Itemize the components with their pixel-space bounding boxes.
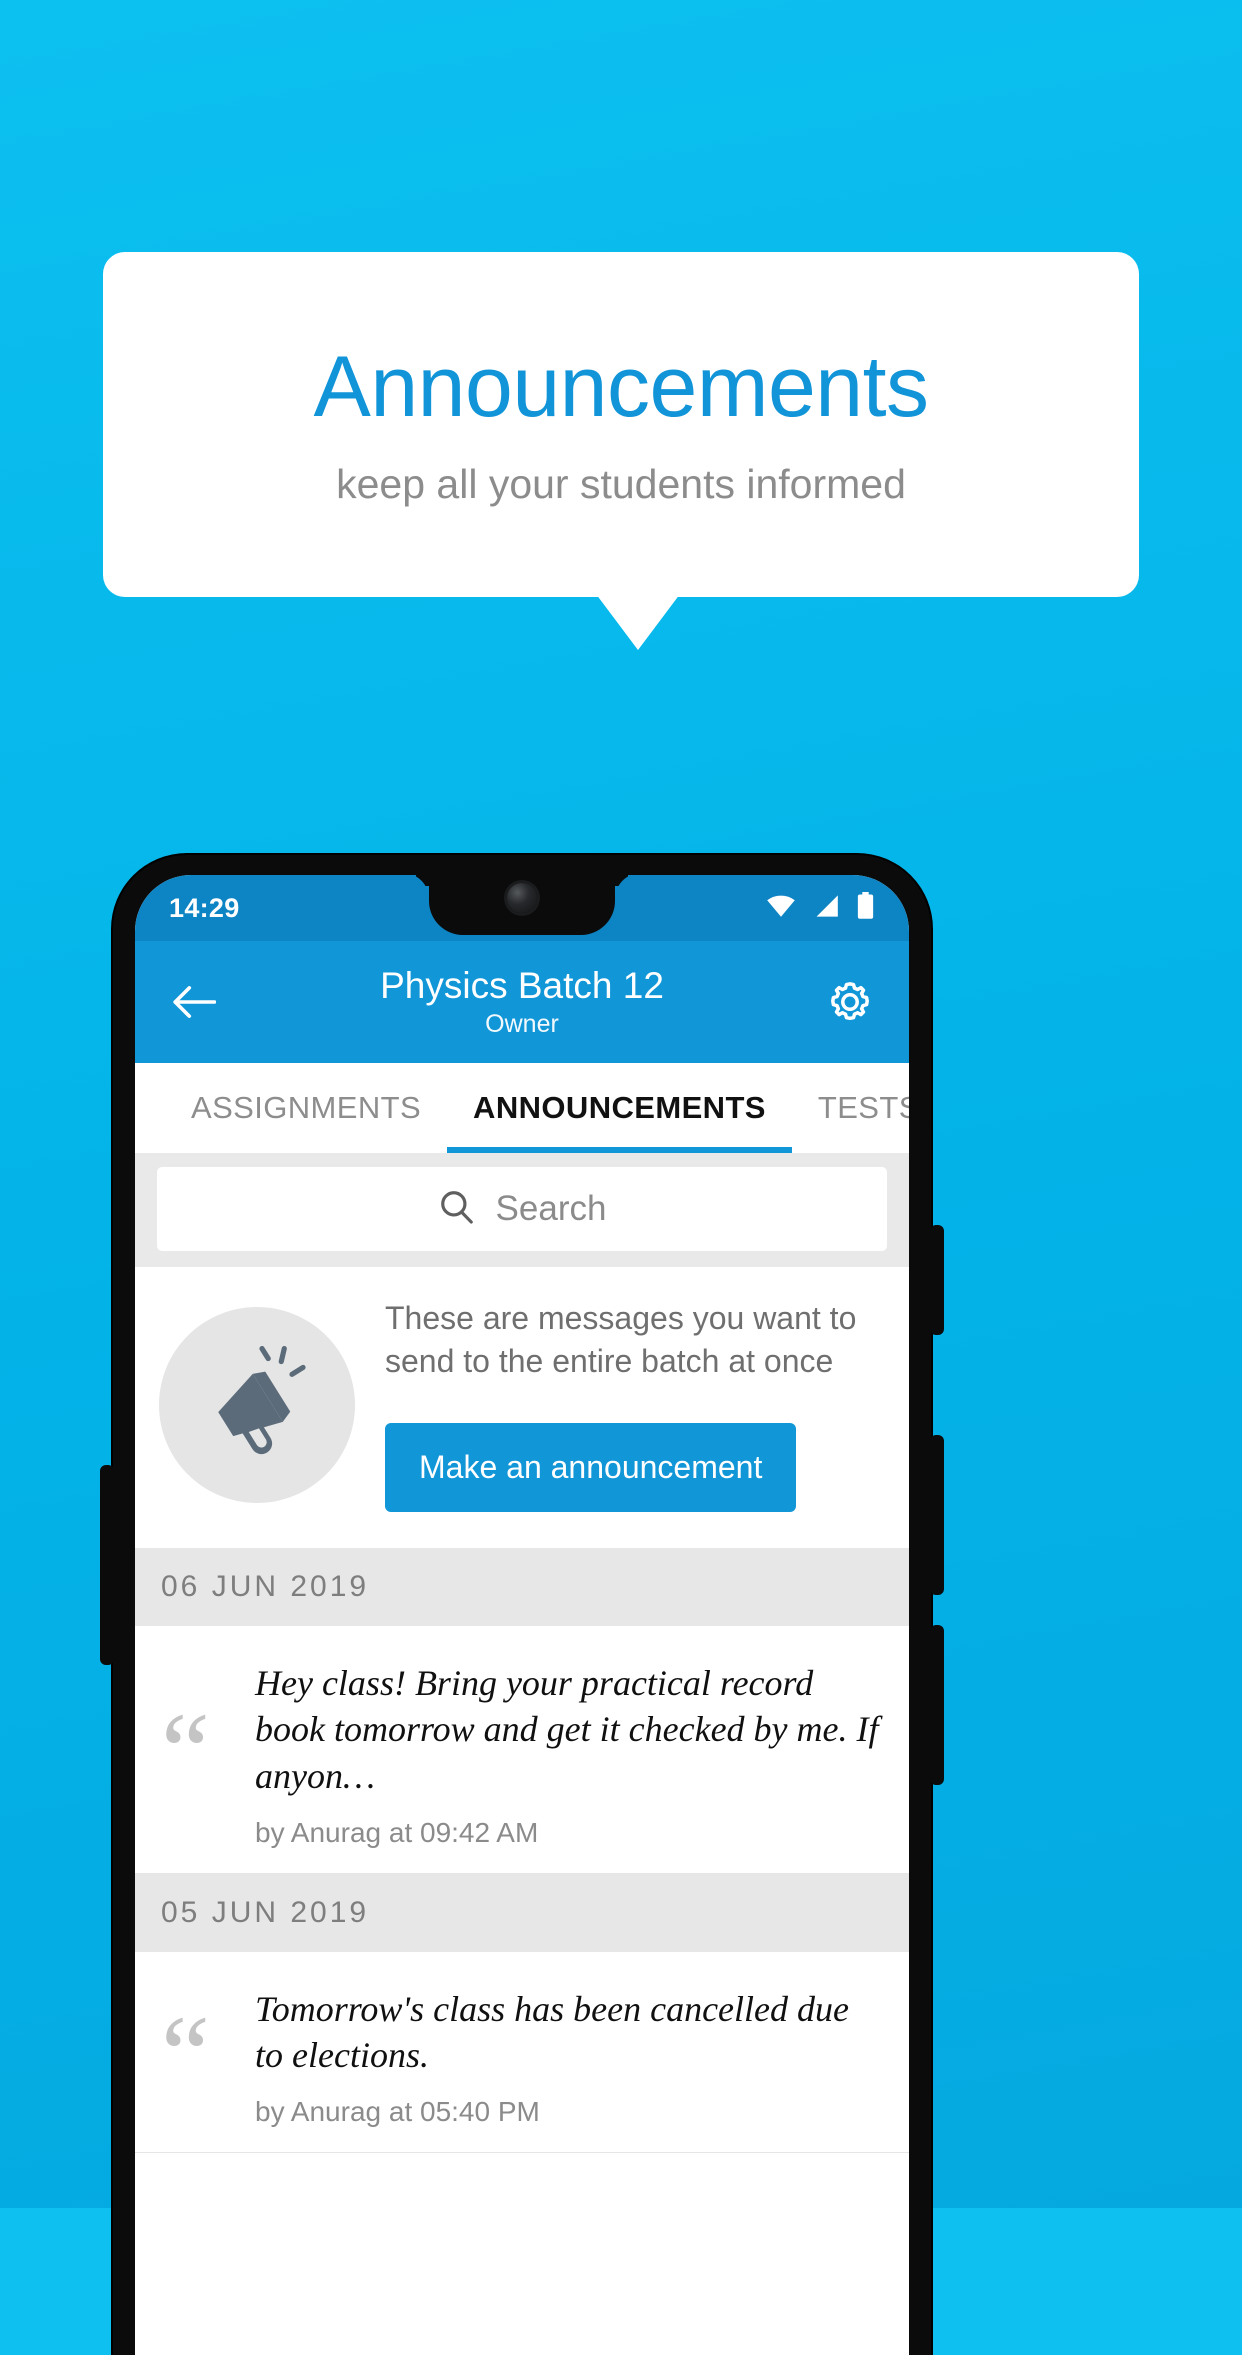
phone-screen: 14:29 Physics Batch 12 Owner ASSIGNMENTS…	[135, 875, 909, 2355]
make-announcement-button[interactable]: Make an announcement	[385, 1423, 797, 1513]
announcement-meta: by Anurag at 09:42 AM	[255, 1816, 539, 1848]
status-bar-icons	[766, 891, 875, 925]
announcement-date-header: 05 JUN 2019	[135, 1873, 909, 1952]
announcement-body: Hey class! Bring your practical record b…	[255, 1654, 879, 1848]
tab-bar: ASSIGNMENTS ANNOUNCEMENTS TESTS ’	[135, 1063, 909, 1153]
back-arrow-icon[interactable]	[165, 984, 223, 1020]
status-bar: 14:29	[135, 875, 909, 941]
search-icon	[438, 1188, 476, 1231]
megaphone-icon	[159, 1306, 355, 1503]
promo-subtitle: keep all your students informed	[336, 461, 906, 507]
tab-announcements[interactable]: ANNOUNCEMENTS	[447, 1063, 792, 1153]
announcement-meta: by Anurag at 05:40 PM	[255, 2095, 540, 2127]
promo-speech-bubble-card: Announcements keep all your students inf…	[103, 252, 1139, 597]
announcement-promo-block: These are messages you want to send to t…	[135, 1267, 909, 1549]
page-title: Physics Batch 12	[380, 964, 664, 1006]
announcement-list-item[interactable]: “ Tomorrow's class has been cancelled du…	[135, 1951, 909, 2153]
page-subtitle: Owner	[485, 1010, 559, 1039]
phone-power-button[interactable]	[930, 1225, 944, 1335]
quote-icon: “	[161, 1690, 210, 1813]
phone-assistant-button[interactable]	[100, 1465, 114, 1665]
app-bar: Physics Batch 12 Owner	[135, 941, 909, 1063]
search-zone: Search	[135, 1153, 909, 1267]
announcement-date-header: 06 JUN 2019	[135, 1548, 909, 1627]
wifi-icon	[766, 894, 796, 923]
tab-assignments[interactable]: ASSIGNMENTS	[165, 1063, 447, 1153]
speech-bubble-tail	[596, 594, 680, 650]
quote-icon: “	[161, 1992, 210, 2115]
front-camera-icon	[507, 883, 537, 913]
phone-volume-up-button[interactable]	[930, 1435, 944, 1595]
announcement-text: Tomorrow's class has been cancelled due …	[255, 1988, 849, 2075]
gear-icon[interactable]	[821, 978, 879, 1026]
announcement-promo-content: These are messages you want to send to t…	[385, 1297, 885, 1513]
search-placeholder-text: Search	[495, 1189, 607, 1228]
announcement-promo-description: These are messages you want to send to t…	[385, 1300, 857, 1380]
phone-device-frame: 14:29 Physics Batch 12 Owner ASSIGNMENTS…	[100, 855, 944, 2355]
cellular-signal-icon	[813, 894, 839, 923]
tab-tests[interactable]: TESTS	[792, 1063, 909, 1153]
promo-title: Announcements	[313, 339, 929, 435]
phone-volume-down-button[interactable]	[930, 1625, 944, 1785]
status-bar-clock: 14:29	[169, 892, 240, 923]
announcement-body: Tomorrow's class has been cancelled due …	[255, 1980, 879, 2128]
camera-notch	[429, 875, 615, 935]
search-input[interactable]: Search	[157, 1167, 887, 1251]
announcement-list-item[interactable]: “ Hey class! Bring your practical record…	[135, 1626, 909, 1874]
app-bar-titles: Physics Batch 12 Owner	[223, 965, 821, 1040]
announcement-text: Hey class! Bring your practical record b…	[255, 1663, 879, 1796]
battery-icon	[856, 891, 875, 925]
